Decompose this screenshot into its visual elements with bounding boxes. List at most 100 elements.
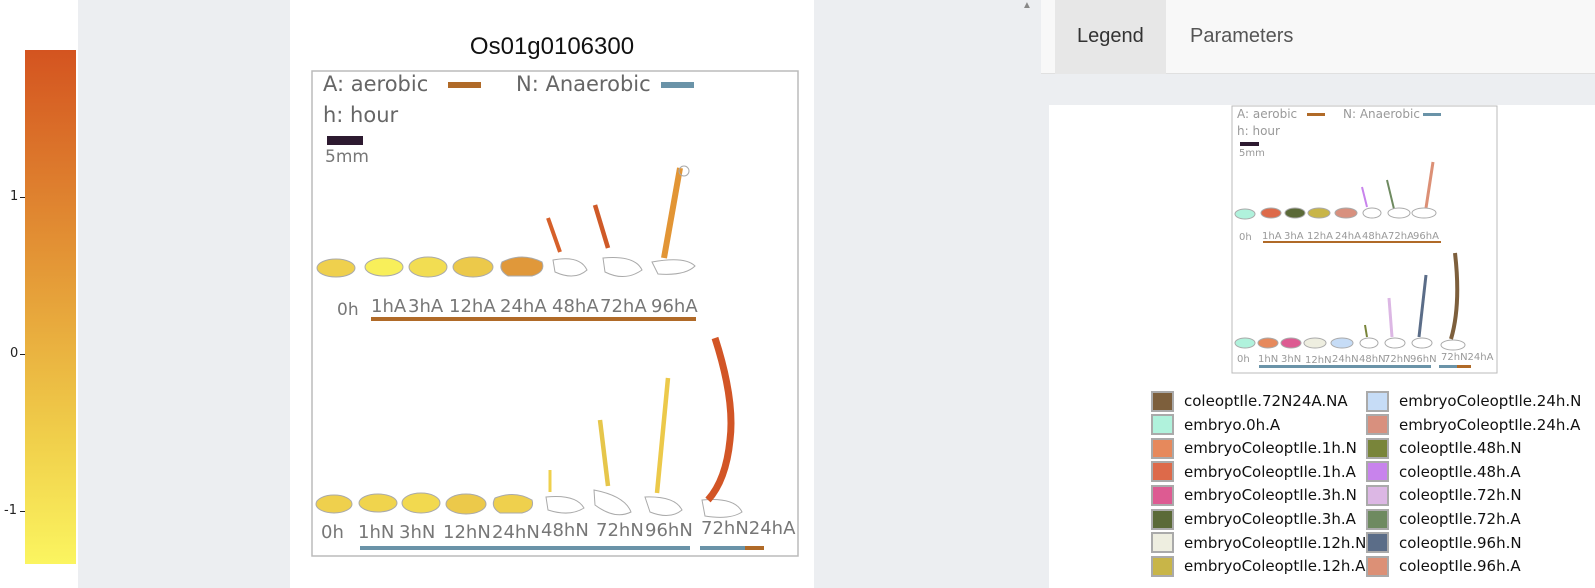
mixed-underline-n [700,546,745,550]
legend-swatch [1366,414,1389,436]
svg-text:0h: 0h [1237,354,1250,365]
legend-swatch [1366,461,1389,483]
shoot-72hA [592,204,611,249]
legend-item: coleoptIle.96h.A [1366,555,1521,577]
legend-item: coleoptIle.96h.N [1366,532,1522,554]
svg-text:48hA: 48hA [1362,231,1388,242]
legend-aerobic-swatch [448,82,481,88]
legend-swatch [1151,484,1174,506]
aerobic-label: 1hA [371,296,407,317]
legend-item: embryoColeoptIle.12h.N [1151,532,1366,554]
mini-legend-hour: h: hour [1237,124,1280,138]
aerobic-label: 12hA [449,296,496,317]
aerobic-label: 24hA [500,296,547,317]
shoot-48hA [546,217,562,253]
tab-bar: Legend Parameters [1041,0,1595,74]
svg-text:12hA: 12hA [1307,231,1333,242]
legend-label: embryoColeoptIle.24h.A [1399,415,1581,434]
seed-0h [315,494,353,514]
aerobic-underline [371,317,696,321]
svg-text:1hA: 1hA [1262,231,1282,242]
svg-text:3hN: 3hN [1281,354,1301,365]
legend-label: embryo.0h.A [1184,415,1281,434]
aerobic-label: 0h [337,300,359,320]
svg-text:48hN: 48hN [1359,354,1386,365]
legend-item: embryoColeoptIle.1h.A [1151,461,1356,483]
anaerobic-label: 72hN24hA [701,518,796,539]
anaerobic-label: 72hN [596,520,644,541]
seed-3hN [401,492,441,514]
mini-anaerobic-labels: 0h 1hN 3hN 12hN 24hN 48hN 72hN 96hN 72hN… [1237,352,1494,366]
anaerobic-label: 24hN [492,522,540,543]
legend-panel: A: aerobic N: Anaerobic h: hour 5mm 0h 1… [1049,105,1595,588]
scroll-up-arrow-icon[interactable]: ▲ [1022,0,1032,11]
legend-swatch [1151,461,1174,483]
shoot-96hN [654,377,671,494]
aerobic-row [316,165,696,278]
legend-swatch [1366,437,1389,459]
mini-aerobic-underline [1263,241,1441,243]
app-root: 1 0 -1 Os01g0106300 A: aerobic N: Anaero… [0,0,1595,588]
svg-text:12hN: 12hN [1305,355,1332,366]
mini-anaerobic-swatch [1423,113,1441,116]
svg-text:72hN: 72hN [1384,354,1411,365]
legend-item: embryo.0h.A [1151,414,1280,436]
color-scale: 1 0 -1 [0,0,80,588]
svg-text:0h: 0h [1239,232,1252,243]
tab-parameters[interactable]: Parameters [1168,0,1315,74]
anaerobic-label: 1hN [358,522,394,543]
svg-text:96hA: 96hA [1413,231,1439,242]
right-panel: Legend Parameters A: aerobic N: Anaerobi… [1041,0,1595,588]
legend-label: embryoColeoptIle.3h.A [1184,510,1356,528]
aerobic-label: 72hA [600,296,647,317]
legend-item: embryoColeoptIle.1h.N [1151,437,1357,459]
legend-label: coleoptIle.72h.N [1399,486,1522,505]
legend-label: coleoptIle.96h.A [1399,557,1521,576]
svg-text:3hA: 3hA [1284,231,1304,242]
legend-label: coleoptIle.72N24A.NA [1184,392,1348,410]
middle-gutter [814,0,1041,588]
legend-label: embryoColeoptIle.1h.A [1184,462,1356,481]
scale-tick-line [20,197,25,198]
shoot-96hA [661,167,683,259]
legend-anaerobic-text: N: Anaerobic [516,72,651,96]
legend-item: embryoColeoptIle.12h.A [1151,555,1365,577]
svg-text:72hN24hA: 72hN24hA [1441,352,1494,363]
seed-72hN [593,489,632,516]
legend-swatch [1151,414,1174,436]
tab-legend[interactable]: Legend [1055,0,1166,74]
seed-24hN [492,494,533,514]
seed-12hA [452,256,494,278]
legend-label: embryoColeoptIle.12h.N [1184,533,1367,552]
mini-anaerobic-row [1234,252,1466,351]
scale-tick-label: 1 [10,189,19,204]
svg-text:1hN: 1hN [1258,354,1278,365]
legend-label: coleoptIle.96h.N [1399,533,1522,552]
svg-text:72hA: 72hA [1388,231,1414,242]
legend-swatch [1366,508,1389,530]
mixed-underline-a [745,546,764,550]
plot-svg: A: aerobic N: Anaerobic h: hour 5mm 0h 1… [311,70,799,557]
scale-bar [327,136,363,145]
legend-item: coleoptIle.72h.A [1366,508,1521,530]
anaerobic-label: 3hN [399,522,435,543]
mini-aerobic-row [1234,161,1437,220]
seed-1hN [358,493,398,513]
anaerobic-label: 48hN [541,520,589,541]
scale-tick-line [20,354,25,355]
legend-swatch [1151,390,1174,412]
legend-anaerobic-swatch [661,82,694,88]
legend-hour-text: h: hour [323,103,399,127]
anaerobic-row [315,336,743,518]
left-gutter [78,0,290,588]
mini-scale-bar [1240,142,1259,146]
svg-text:24hA: 24hA [1335,231,1361,242]
shoot-72hN [597,419,611,487]
scale-tick-label: 0 [10,346,19,361]
legend-item: coleoptIle.72h.N [1366,484,1522,506]
legend-label: coleoptIle.48h.N [1399,439,1522,458]
mini-legend-aerobic: A: aerobic [1237,107,1297,121]
seed-1hA [364,257,404,277]
seed-72hA [602,257,643,277]
seed-3hA [408,256,448,278]
